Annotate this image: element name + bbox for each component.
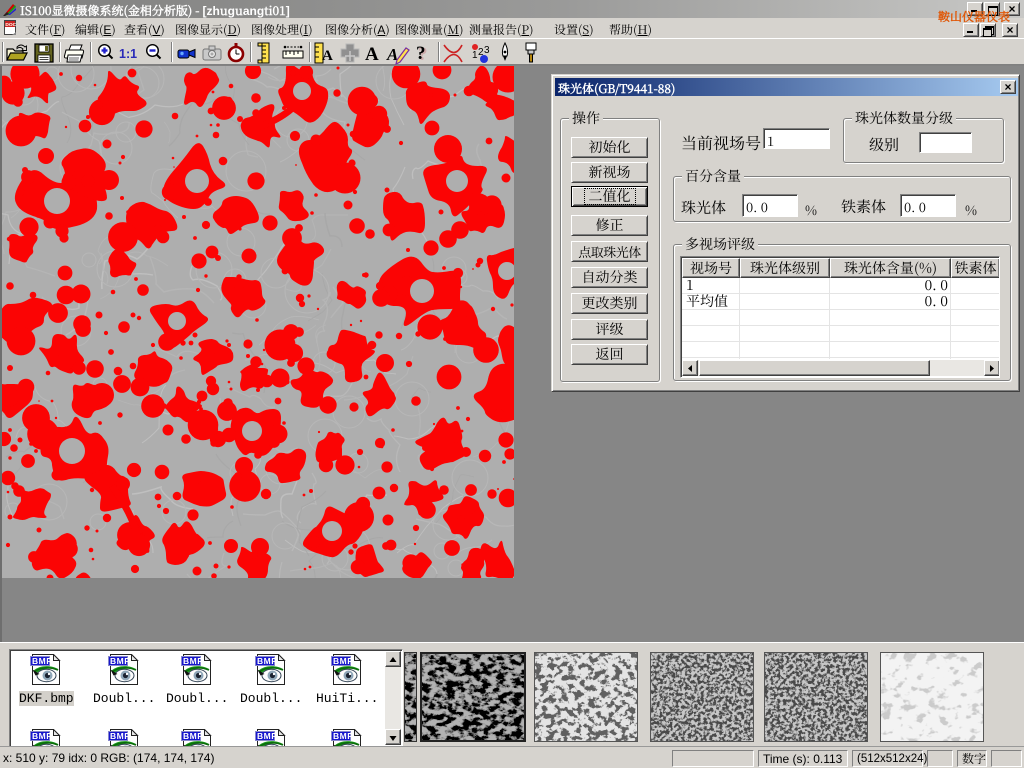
svg-text:DOC: DOC <box>5 22 16 28</box>
svg-text:3: 3 <box>484 45 490 56</box>
svg-text:BMP: BMP <box>257 731 277 741</box>
svg-text:BMP: BMP <box>32 731 52 741</box>
svg-text:BMP: BMP <box>333 731 353 741</box>
svg-text:BMP: BMP <box>183 656 203 666</box>
svg-text:BMP: BMP <box>110 731 130 741</box>
svg-text:A: A <box>322 48 333 64</box>
svg-text:BMP: BMP <box>32 656 52 666</box>
svg-text:BMP: BMP <box>333 656 353 666</box>
svg-text:?: ? <box>416 43 426 64</box>
svg-text:A: A <box>365 44 379 65</box>
svg-text:1:1: 1:1 <box>119 47 137 61</box>
svg-text:BMP: BMP <box>257 656 277 666</box>
svg-text:BMP: BMP <box>183 731 203 741</box>
svg-text:BMP: BMP <box>110 656 130 666</box>
